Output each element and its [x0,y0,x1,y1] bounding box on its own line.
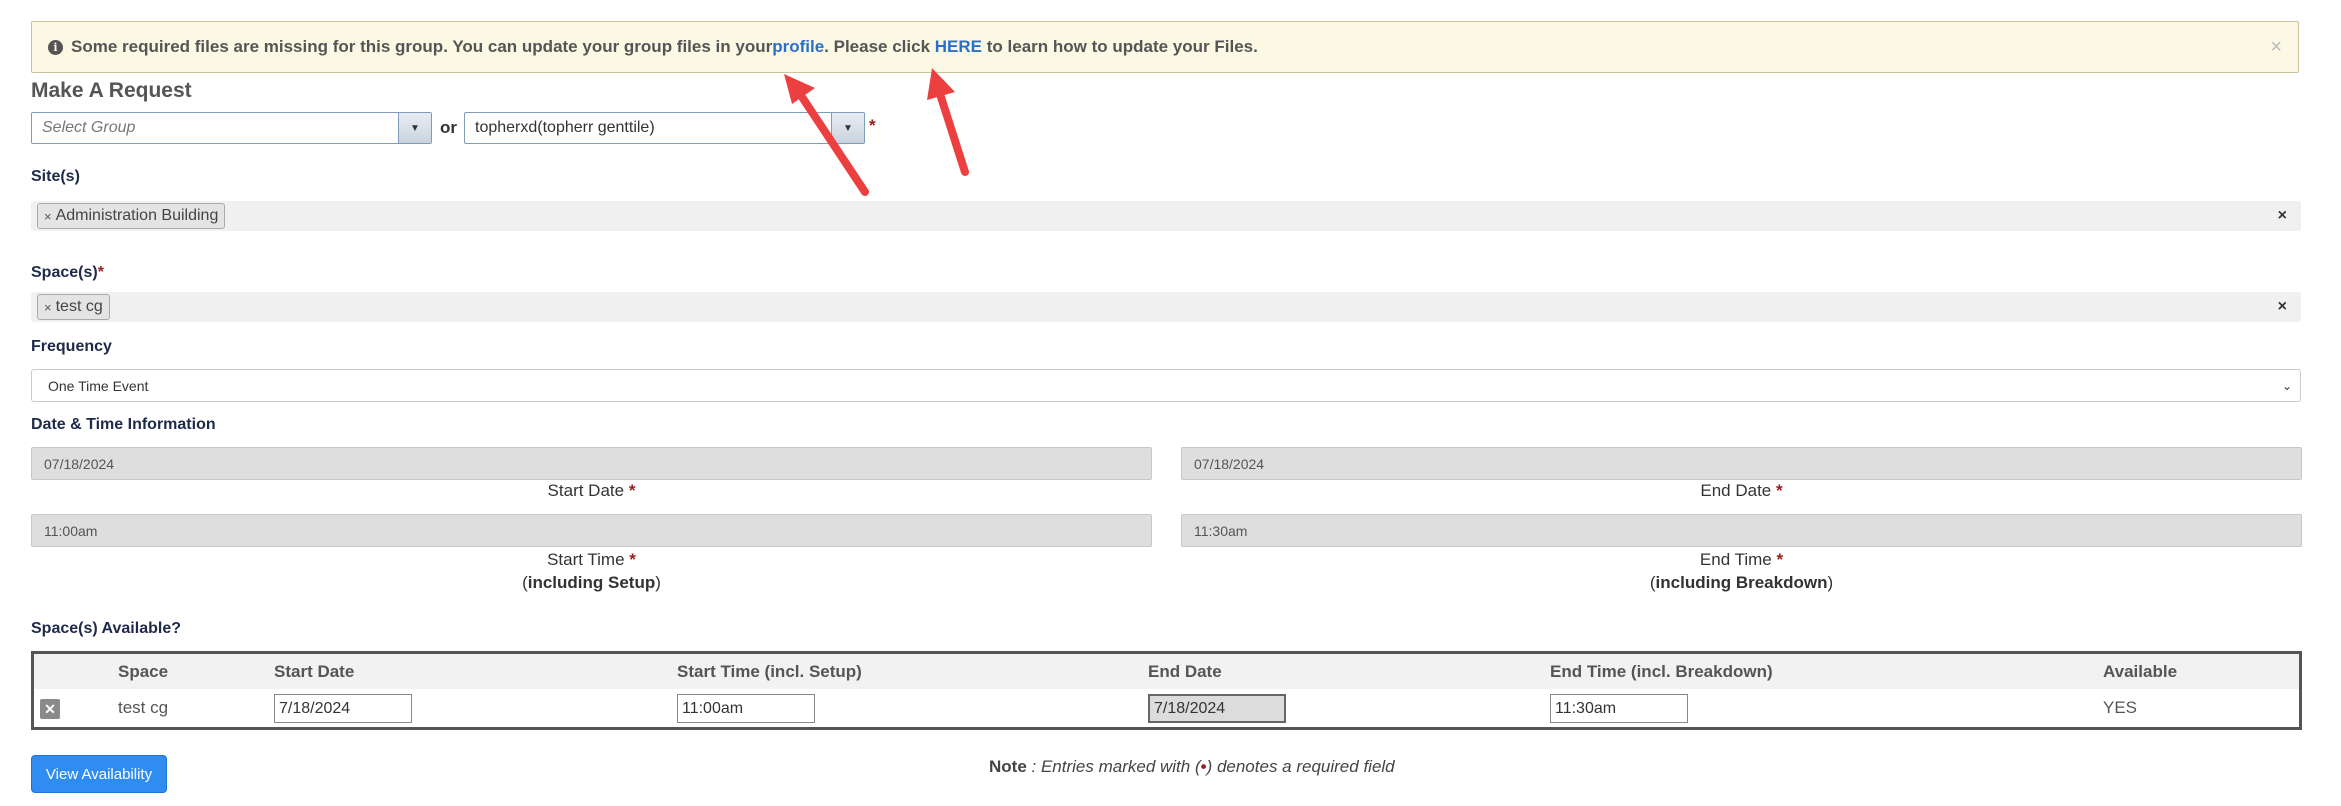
start-date-value: 07/18/2024 [44,455,115,472]
start-time-caption-text: Start Time [547,550,625,569]
spaces-label: Space(s)* [31,264,104,282]
page-title: Make A Request [31,79,192,102]
required-note: Note : Entries marked with (•) denotes a… [989,757,1395,777]
clear-spaces-icon[interactable]: × [2278,298,2287,316]
frequency-label: Frequency [31,338,112,355]
remove-tag-icon[interactable]: × [44,209,52,224]
row-start-time-value: 11:00am [682,699,744,717]
paren: ) [1827,573,1834,592]
paren: ) [655,573,661,592]
clear-sites-icon[interactable]: × [2278,207,2287,225]
required-mark: * [1776,550,1784,569]
required-mark: * [869,116,876,135]
end-date-field[interactable]: 07/18/2024 [1181,447,2302,480]
group-select-placeholder: Select Group [42,119,136,136]
user-select-value: topherxd(topherr genttile) [475,119,655,136]
view-availability-button[interactable]: View Availability [31,755,167,793]
required-mark: * [97,264,104,281]
end-time-value: 11:30am [1194,522,1248,539]
site-tag: × Administration Building [37,203,226,229]
here-link[interactable]: HERE [935,37,982,57]
column-header-end-time: End Time (incl. Breakdown) [1550,662,1773,681]
end-time-subcaption: including Breakdown [1655,573,1828,592]
or-label: or [440,118,457,137]
row-end-time-value: 11:30am [1555,699,1617,717]
frequency-select[interactable]: One Time Event ⌄ [31,369,2301,402]
delete-row-icon[interactable]: ✕ [40,699,60,719]
row-available: YES [2103,698,2138,717]
required-mark: * [1776,481,1783,500]
end-time-caption-text: End Time [1699,550,1772,569]
note-text: ) denotes a required field [1206,757,1395,776]
group-select[interactable]: Select Group ▼ [31,112,432,144]
alert-text-middle: . Please click [824,37,931,56]
user-select[interactable]: topherxd(topherr genttile) ▼ [464,112,865,144]
table-header: Space Start Date Start Time (incl. Setup… [34,654,2299,689]
info-circle-icon: i [48,39,63,55]
end-time-field[interactable]: 11:30am [1181,514,2302,547]
row-end-date-input: 7/18/2024 [1148,694,1286,723]
start-date-caption: Start Date * [31,481,1152,501]
row-start-date-value: 7/18/2024 [279,699,351,717]
sites-label: Site(s) [31,168,80,185]
remove-tag-icon[interactable]: × [44,300,52,315]
column-header-start-date: Start Date [274,662,355,681]
column-header-start-time: Start Time (incl. Setup) [677,662,862,681]
sites-tagbox[interactable]: × Administration Building × [31,201,2301,231]
space-tag-label: test cg [55,298,103,315]
spaces-label-text: Space(s) [31,264,98,281]
row-end-date-value: 7/18/2024 [1154,699,1226,717]
space-tag: × test cg [37,294,110,320]
alert-text-before: Some required files are missing for this… [71,37,773,56]
start-date-caption-text: Start Date [547,481,625,500]
note-label: Note [989,757,1027,776]
missing-files-alert: i Some required files are missing for th… [31,21,2299,73]
site-tag-label: Administration Building [55,207,219,224]
datetime-label: Date & Time Information [31,416,216,433]
start-date-field[interactable]: 07/18/2024 [31,447,1152,480]
end-date-caption: End Date * [1181,481,2302,501]
alert-close-icon[interactable]: × [2270,36,2282,59]
row-start-time-input[interactable]: 11:00am [677,694,815,723]
profile-link[interactable]: profile [772,37,824,57]
availability-table: Space Start Date Start Time (incl. Setup… [31,651,2302,730]
chevron-down-icon[interactable]: ▼ [831,113,864,143]
start-time-value: 11:00am [44,522,98,539]
row-end-time-input[interactable]: 11:30am [1550,694,1688,723]
row-space: test cg [118,698,169,717]
end-time-caption: End Time * (including Breakdown) [1181,548,2302,594]
end-date-caption-text: End Date [1700,481,1772,500]
availability-label: Space(s) Available? [31,620,181,637]
start-time-field[interactable]: 11:00am [31,514,1152,547]
row-start-date-input[interactable]: 7/18/2024 [274,694,412,723]
arrow-to-here-icon [927,68,969,176]
note-text: : Entries marked with ( [1026,757,1201,776]
chevron-down-icon: ⌄ [2281,378,2292,393]
table-row: ✕ test cg 7/18/2024 11:00am 7/18/2024 11… [34,689,2299,727]
start-time-subcaption: including Setup [527,573,656,592]
column-header-end-date: End Date [1148,662,1222,681]
frequency-value: One Time Event [48,377,149,394]
end-date-value: 07/18/2024 [1194,455,1265,472]
required-mark: * [629,550,636,569]
start-time-caption: Start Time * (including Setup) [31,548,1152,594]
alert-text-after: to learn how to update your Files. [986,37,1258,56]
column-header-available: Available [2103,662,2178,681]
required-mark: * [628,481,636,500]
chevron-down-icon[interactable]: ▼ [398,113,431,143]
column-header-space: Space [118,662,169,681]
spaces-tagbox[interactable]: × test cg × [31,292,2301,322]
